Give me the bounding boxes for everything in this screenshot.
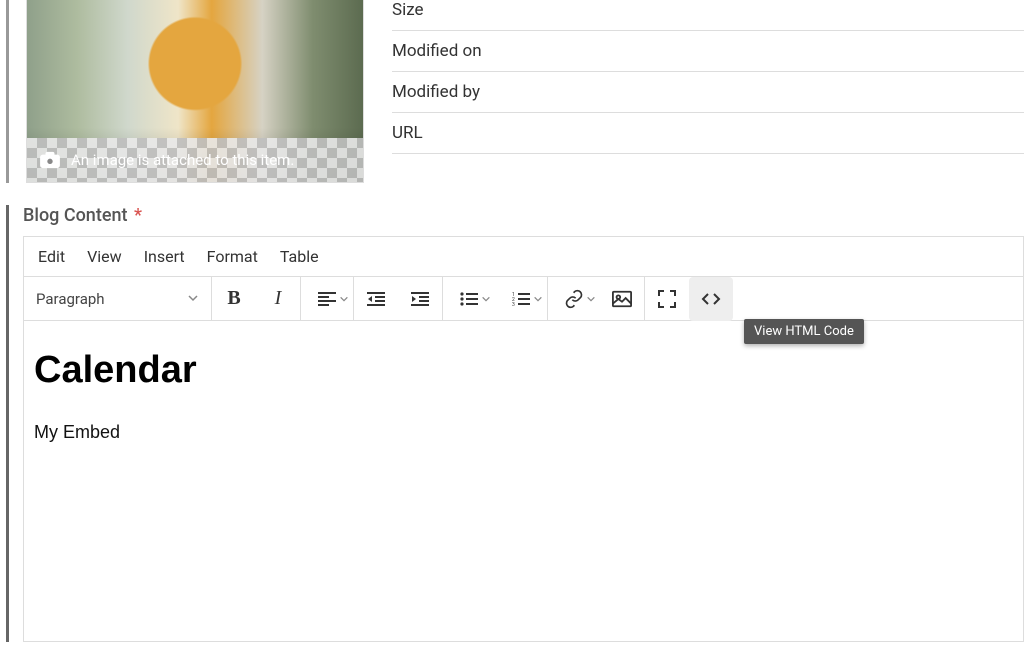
image-button[interactable] xyxy=(600,277,644,321)
numbered-list-icon: 123 xyxy=(512,292,530,306)
chevron-down-icon xyxy=(586,294,596,304)
content-heading[interactable]: Calendar xyxy=(34,349,1013,392)
menu-view[interactable]: View xyxy=(87,247,122,266)
required-indicator: * xyxy=(134,205,142,226)
camera-icon xyxy=(39,151,61,169)
code-icon xyxy=(701,291,721,307)
outdent-button[interactable] xyxy=(354,277,398,321)
chevron-down-icon xyxy=(339,294,349,304)
link-button[interactable] xyxy=(548,277,600,321)
editor-toolbar: Paragraph B I xyxy=(24,277,1023,321)
bullet-list-button[interactable] xyxy=(443,277,495,321)
align-button[interactable] xyxy=(301,277,353,321)
menu-format[interactable]: Format xyxy=(207,247,258,266)
outdent-icon xyxy=(367,292,385,306)
numbered-list-button[interactable]: 123 xyxy=(495,277,547,321)
content-paragraph[interactable]: My Embed xyxy=(34,422,1013,443)
italic-icon: I xyxy=(275,287,282,310)
align-left-icon xyxy=(318,292,336,306)
rich-text-editor: Edit View Insert Format Table Paragraph … xyxy=(23,236,1024,642)
svg-text:3: 3 xyxy=(512,302,515,306)
italic-button[interactable]: I xyxy=(256,277,300,321)
bullet-list-icon xyxy=(460,292,478,306)
menu-table[interactable]: Table xyxy=(280,247,319,266)
blog-content-label: Blog Content * xyxy=(23,205,1024,226)
bold-icon: B xyxy=(227,287,240,310)
chevron-down-icon xyxy=(187,290,199,308)
indent-icon xyxy=(411,292,429,306)
indent-button[interactable] xyxy=(398,277,442,321)
attachment-caption-text: An image is attached to this item. xyxy=(71,151,294,169)
chevron-down-icon xyxy=(481,294,491,304)
image-icon xyxy=(612,290,632,308)
attachment-thumbnail[interactable]: An image is attached to this item. xyxy=(26,0,364,183)
editor-content[interactable]: View HTML Code Calendar My Embed xyxy=(24,321,1023,641)
attachment-caption-bar: An image is attached to this item. xyxy=(27,138,363,182)
fullscreen-icon xyxy=(658,290,676,308)
block-format-label: Paragraph xyxy=(36,290,105,308)
meta-size-label: Size xyxy=(392,0,1024,31)
menu-insert[interactable]: Insert xyxy=(144,247,185,266)
editor-menu-bar: Edit View Insert Format Table xyxy=(24,237,1023,277)
view-html-tooltip: View HTML Code xyxy=(744,319,864,344)
attachment-metadata-panel: Size Modified on Modified by URL xyxy=(364,0,1024,183)
block-format-select[interactable]: Paragraph xyxy=(24,277,212,320)
bold-button[interactable]: B xyxy=(212,277,256,321)
link-icon xyxy=(564,289,584,309)
view-html-button[interactable] xyxy=(689,277,733,321)
menu-edit[interactable]: Edit xyxy=(38,247,65,266)
meta-modified-on-label: Modified on xyxy=(392,31,1024,72)
meta-modified-by-label: Modified by xyxy=(392,72,1024,113)
fullscreen-button[interactable] xyxy=(645,277,689,321)
chevron-down-icon xyxy=(533,294,543,304)
meta-url-label: URL xyxy=(392,113,1024,154)
